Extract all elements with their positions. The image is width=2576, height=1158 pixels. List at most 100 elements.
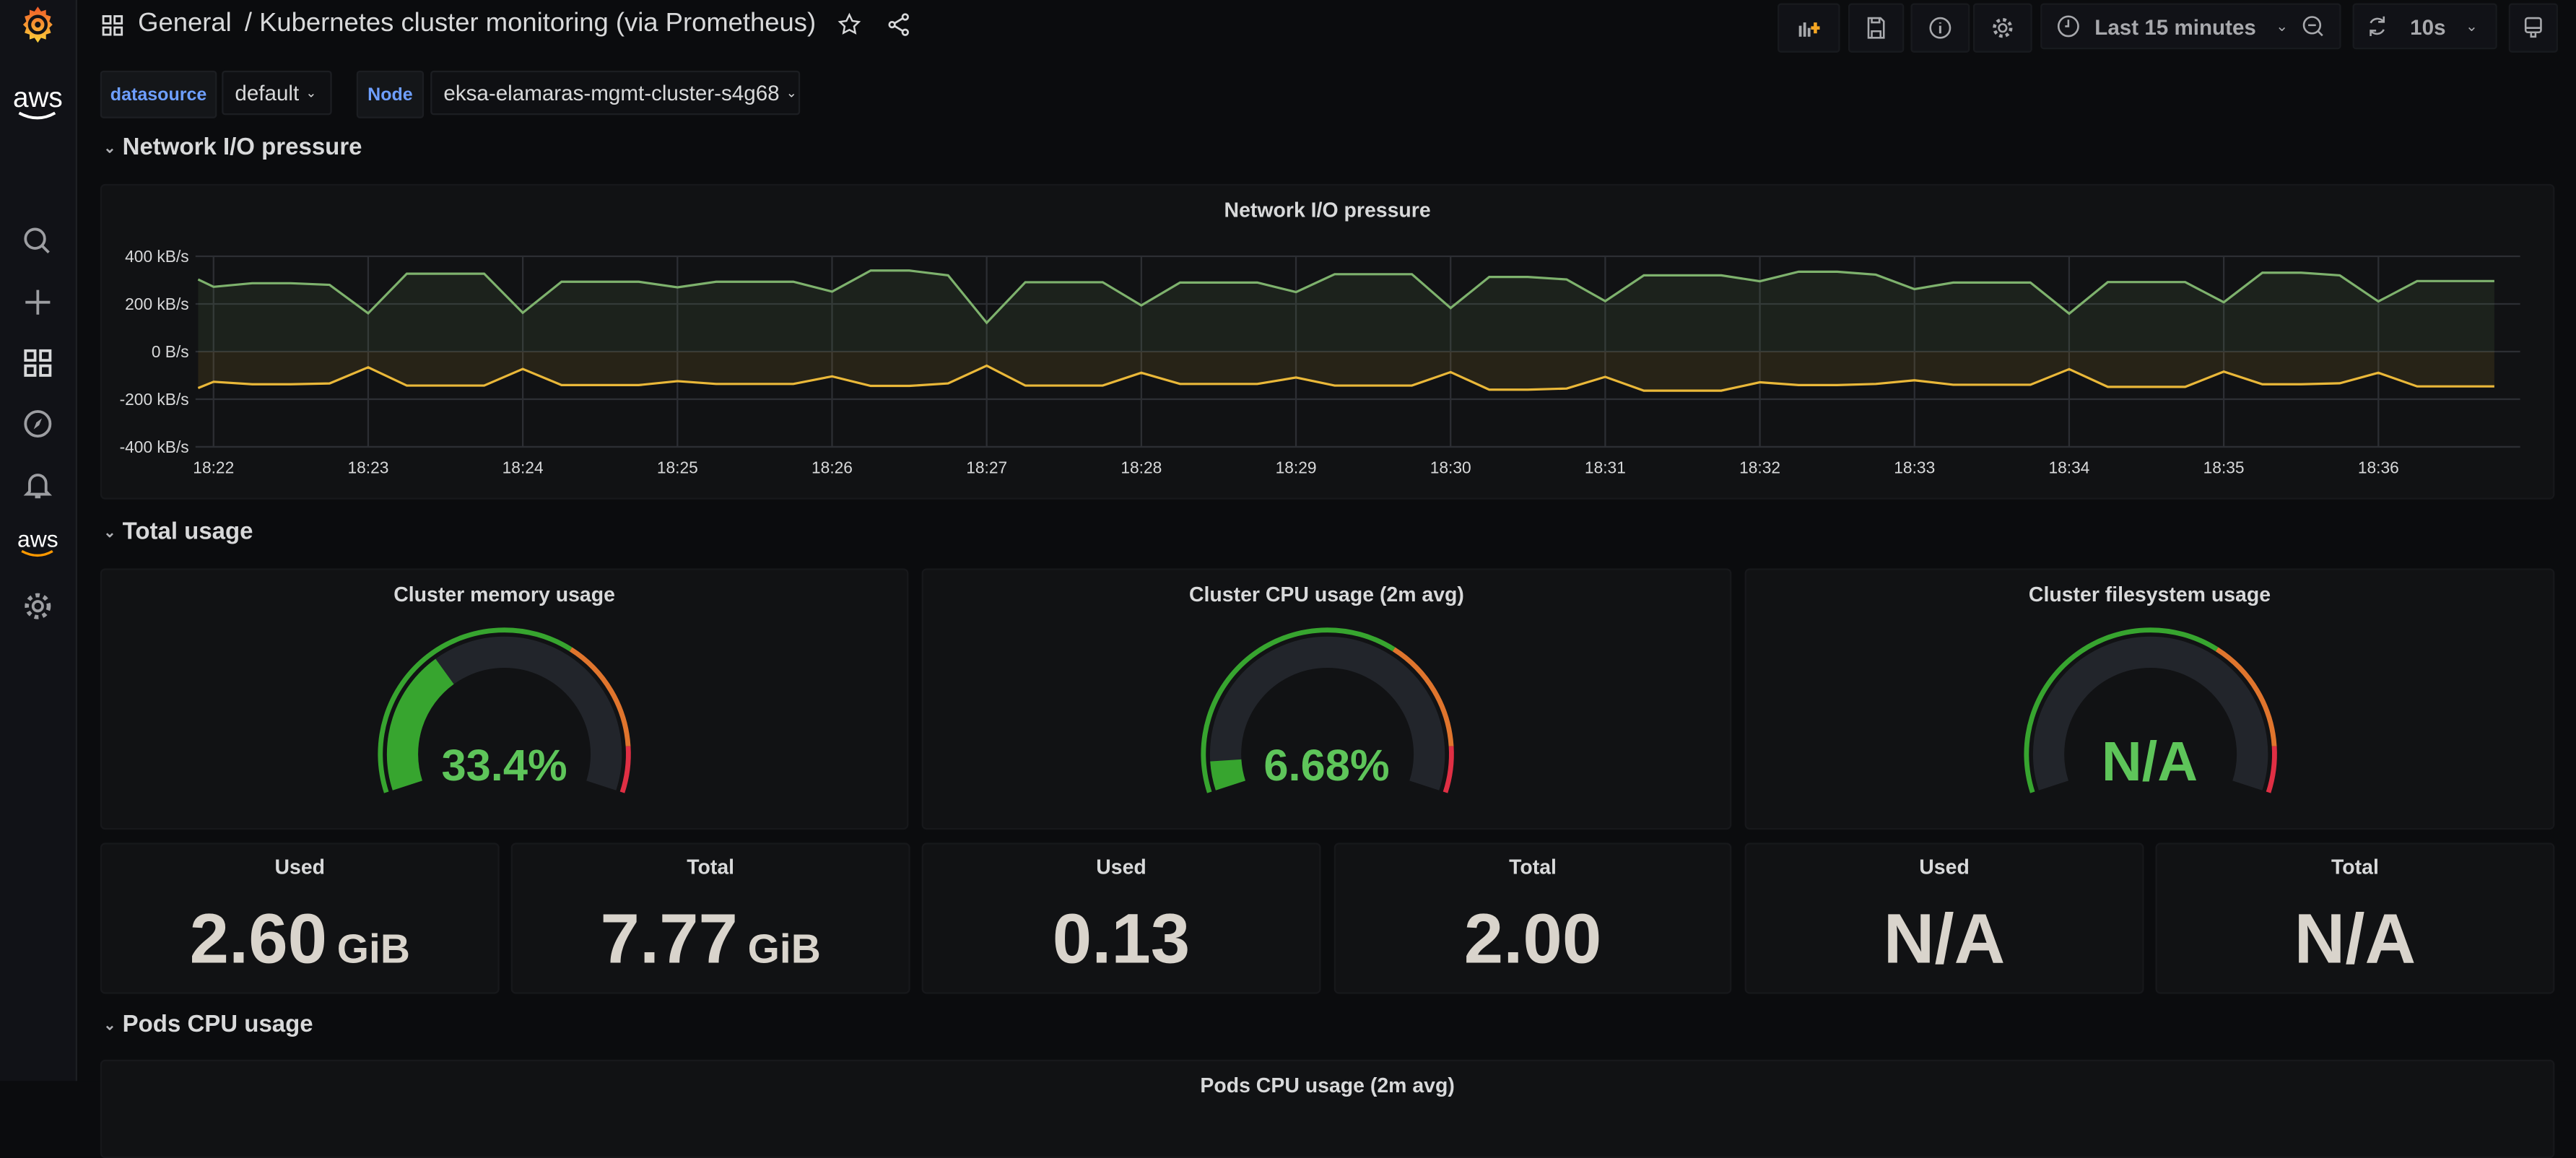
stat-label[interactable]: Total — [513, 856, 908, 879]
x-tick-label: 18:31 — [1585, 458, 1626, 476]
stat-number: 2.00 — [1463, 900, 1602, 980]
x-tick-label: 18:36 — [2358, 458, 2399, 476]
tv-mode-button[interactable] — [2508, 3, 2558, 53]
panel-title[interactable]: Cluster CPU usage (2m avg) — [923, 583, 1730, 606]
search-icon[interactable] — [13, 220, 62, 263]
alert-bell-icon[interactable] — [13, 463, 62, 506]
memory-total-stat: Total 7.77 GiB — [510, 843, 910, 994]
stat-number: 2.60 — [189, 900, 328, 980]
share-icon[interactable] — [885, 12, 911, 38]
pods-cpu-usage-panel: Pods CPU usage (2m avg) — [100, 1059, 2555, 1158]
network-io-chart: 400 kB/s200 kB/s0 B/s-200 kB/s-400 kB/s1… — [120, 247, 2520, 476]
chevron-down-icon: ⌄ — [2276, 17, 2289, 34]
grafana-logo[interactable] — [13, 4, 62, 46]
chevron-down-icon: ⌄ — [786, 85, 797, 100]
row-total-usage[interactable]: ⌄ Total usage — [103, 519, 253, 545]
stat-label[interactable]: Used — [1746, 856, 2142, 879]
x-tick-label: 18:27 — [966, 458, 1007, 476]
dashboards-icon[interactable] — [13, 341, 62, 384]
stat-value: 2.00 — [1336, 900, 1730, 981]
x-tick-label: 18:23 — [347, 458, 388, 476]
filesystem-total-stat: Total N/A — [2155, 843, 2555, 994]
stat-unit: GiB — [336, 926, 410, 973]
network-io-panel: Network I/O pressure 400 kB/s 200 kB/s 0 B… — [100, 183, 2555, 500]
x-tick-label: 18:26 — [811, 458, 853, 476]
zoom-out-button[interactable] — [2300, 13, 2330, 43]
x-tick-label: 18:32 — [1739, 458, 1780, 476]
memory-used-stat: Used 2.60 GiB — [100, 843, 500, 994]
clock-icon — [2057, 15, 2079, 38]
sidebar: aws aws — [0, 0, 77, 1081]
y-tick-label: -400 kB/s — [120, 437, 189, 456]
folder-link[interactable]: General — [138, 10, 232, 40]
zoom-out-icon — [2302, 16, 2323, 37]
row-title: Total usage — [122, 519, 253, 546]
y-tick-label: 400 kB/s — [125, 247, 189, 266]
time-picker[interactable]: Last 15 minutes ⌄ — [2040, 3, 2341, 50]
chevron-down-icon: ⌄ — [103, 523, 116, 540]
page-title[interactable]: / Kubernetes cluster monitoring (via Pro… — [245, 10, 816, 40]
variable-label-node: Node — [356, 70, 425, 118]
node-select[interactable]: eksa-elamaras-mgmt-cluster-s4g68 ⌄ — [430, 70, 801, 116]
cluster-cpu-gauge-panel: Cluster CPU usage (2m avg) 6.68% — [921, 568, 1732, 830]
stat-number: N/A — [1883, 900, 2006, 980]
stat-value: 2.60 GiB — [102, 900, 497, 981]
stat-value: 0.13 — [923, 900, 1319, 981]
panel-title[interactable]: Pods CPU usage (2m avg) — [102, 1074, 2553, 1097]
x-tick-label: 18:35 — [2203, 458, 2245, 476]
gauge-value: N/A — [2101, 731, 2198, 794]
chevron-down-icon: ⌄ — [103, 1016, 116, 1033]
x-tick-label: 18:24 — [502, 458, 544, 476]
row-title: Pods CPU usage — [122, 1011, 313, 1039]
cluster-filesystem-gauge-panel: Cluster filesystem usage N/A — [1744, 568, 2555, 830]
stat-label[interactable]: Used — [102, 856, 497, 879]
refresh-icon[interactable] — [2364, 13, 2390, 39]
row-network-io[interactable]: ⌄ Network I/O pressure — [103, 135, 362, 161]
panel-title[interactable]: Cluster memory usage — [102, 583, 907, 606]
cpu-used-stat: Used 0.13 — [921, 843, 1321, 994]
y-tick-label: -200 kB/s — [120, 390, 189, 409]
stat-label[interactable]: Total — [1336, 856, 1730, 879]
dashboard-info-button[interactable] — [1910, 3, 1970, 53]
time-range-label: Last 15 minutes — [2094, 14, 2256, 39]
gear-icon[interactable] — [13, 585, 62, 627]
x-tick-label: 18:28 — [1121, 458, 1162, 476]
stat-number: N/A — [2294, 900, 2416, 980]
add-panel-button[interactable] — [1777, 3, 1840, 53]
stat-value: 7.77 GiB — [513, 900, 908, 981]
node-value: eksa-elamaras-mgmt-cluster-s4g68 — [443, 80, 780, 105]
dashboards-icon — [102, 14, 123, 35]
x-tick-label: 18:29 — [1276, 458, 1317, 476]
dashboard-settings-button[interactable] — [1972, 3, 2032, 53]
gauge-value: 6.68% — [1263, 741, 1390, 791]
aws-icon[interactable]: aws — [13, 523, 62, 565]
panel-title[interactable]: Cluster filesystem usage — [1746, 583, 2553, 606]
datasource-select[interactable]: default ⌄ — [222, 70, 332, 116]
explore-compass-icon[interactable] — [13, 402, 62, 445]
stat-label[interactable]: Used — [923, 856, 1319, 879]
x-tick-label: 18:25 — [657, 458, 698, 476]
gauge-value: 33.4% — [441, 741, 567, 791]
y-tick-label: 200 kB/s — [125, 295, 189, 313]
aws-icon-text: aws — [17, 526, 58, 552]
tv-mode-icon — [2524, 17, 2542, 38]
star-icon[interactable] — [835, 12, 861, 38]
chevron-down-icon: ⌄ — [103, 139, 116, 156]
save-dashboard-button[interactable] — [1848, 3, 1905, 53]
add-panel-icon — [1798, 22, 1820, 37]
aws-logo[interactable]: aws — [12, 82, 63, 125]
plus-icon[interactable] — [13, 281, 62, 323]
x-tick-label: 18:22 — [193, 458, 234, 476]
refresh-picker[interactable]: 10s ⌄ — [2352, 3, 2497, 50]
cluster-memory-gauge-panel: Cluster memory usage 33.4% — [100, 568, 909, 830]
variable-label-datasource: datasource — [100, 70, 217, 118]
aws-logo-text: aws — [12, 82, 63, 114]
stat-value: N/A — [1746, 900, 2142, 981]
datasource-value: default — [235, 80, 300, 105]
save-icon — [1867, 17, 1885, 39]
refresh-interval-label: 10s — [2410, 14, 2446, 39]
stat-label[interactable]: Total — [2157, 856, 2553, 879]
row-pods-cpu-usage[interactable]: ⌄ Pods CPU usage — [103, 1012, 313, 1038]
chevron-down-icon: ⌄ — [2465, 17, 2479, 34]
stat-value: N/A — [2157, 900, 2553, 981]
